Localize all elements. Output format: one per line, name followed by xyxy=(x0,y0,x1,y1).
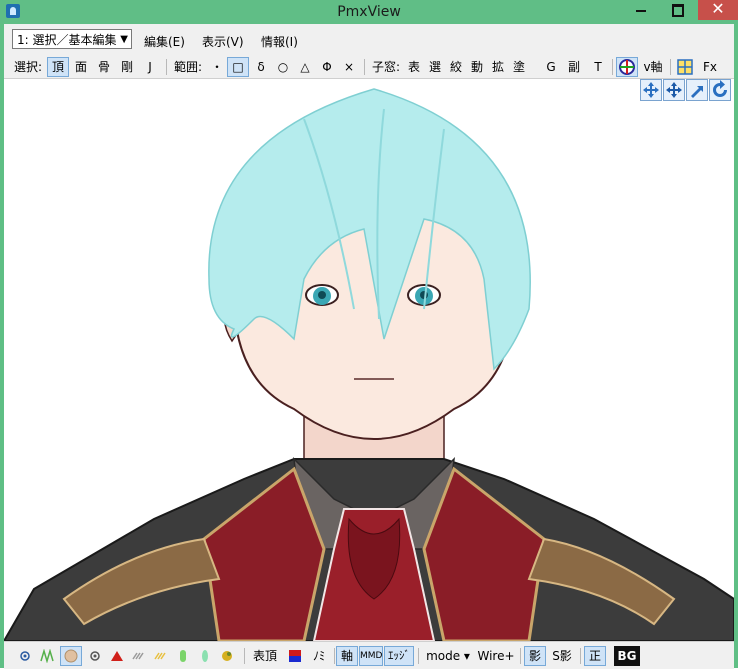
statusbar-divider xyxy=(418,648,419,664)
mode-dropdown[interactable]: mode ▾ xyxy=(422,646,474,666)
child-window-label: 子窓: xyxy=(371,60,401,74)
select-joint-button[interactable]: J xyxy=(139,57,161,77)
pan-arrows-icon xyxy=(666,82,682,98)
select-vertex-button[interactable]: 頂 xyxy=(47,57,69,77)
app-window: PmxView ✕ 1: 選択／基本編集 ▼ 編集(E) 表示(V) 情報(I)… xyxy=(0,0,738,669)
menu-bar: 1: 選択／基本編集 ▼ 編集(E) 表示(V) 情報(I) xyxy=(4,24,734,57)
statusbar-divider xyxy=(520,648,521,664)
self-shadow-toggle[interactable]: S影 xyxy=(548,646,576,666)
range-label: 範囲: xyxy=(173,60,203,74)
material-icon xyxy=(222,651,232,661)
axis-gizmo-icon xyxy=(619,59,635,75)
maximize-button[interactable] xyxy=(664,0,690,20)
range-rect-button[interactable]: □ xyxy=(227,57,249,77)
select-label: 選択: xyxy=(13,60,43,74)
range-point-button[interactable]: ・ xyxy=(207,57,227,77)
rotate-icon xyxy=(713,80,727,97)
range-phi-button[interactable]: Φ xyxy=(316,57,338,77)
statusbar-divider xyxy=(244,648,245,664)
vertex-dot-icon xyxy=(20,651,30,661)
child-text-button[interactable]: T xyxy=(588,57,608,77)
joint-display-toggle[interactable] xyxy=(174,646,192,666)
child-select-button[interactable]: 選 xyxy=(425,57,445,77)
mmd-toggle[interactable]: MMD xyxy=(359,646,383,666)
wire-icon xyxy=(40,648,54,664)
child-scale-button[interactable]: 拡 xyxy=(488,57,508,77)
title-bar[interactable]: PmxView ✕ xyxy=(0,0,738,24)
statusbar-divider xyxy=(580,648,581,664)
statusbar-divider xyxy=(334,648,335,664)
child-filter-button[interactable]: 絞 xyxy=(446,57,466,77)
ik-display-toggle[interactable] xyxy=(108,646,126,666)
minimize-button[interactable] xyxy=(628,0,654,20)
bone-display-toggle[interactable] xyxy=(86,646,104,666)
capsule-icon xyxy=(180,650,186,662)
pan-view-button[interactable] xyxy=(663,79,685,101)
nomi-button[interactable]: ﾉﾐ xyxy=(308,646,330,666)
range-delta-button[interactable]: δ xyxy=(250,57,272,77)
face-display-toggle[interactable] xyxy=(60,646,82,666)
bone-dot-icon xyxy=(90,651,100,661)
select-bone-button[interactable]: 骨 xyxy=(93,57,115,77)
toolbar-divider xyxy=(612,59,613,75)
model-viewport[interactable] xyxy=(4,79,734,641)
menu-view[interactable]: 表示(V) xyxy=(202,33,244,50)
close-button[interactable]: ✕ xyxy=(698,0,738,20)
red-triangle-icon xyxy=(111,651,123,661)
hatch-display-toggle[interactable] xyxy=(130,646,148,666)
vaxis-button[interactable]: v軸 xyxy=(640,57,666,77)
axis-gizmo-button[interactable] xyxy=(616,57,638,77)
zoom-view-button[interactable] xyxy=(686,79,708,101)
hatch-icon xyxy=(132,652,144,660)
toolbar-divider xyxy=(364,59,365,75)
table-vertex-button[interactable]: 表頂 xyxy=(250,646,280,666)
menu-info[interactable]: 情報(I) xyxy=(261,33,298,50)
zoom-arrow-icon xyxy=(691,86,703,98)
status-bar: 表頂 ﾉﾐ 軸 MMD ｴｯｼﾞ mode ▾ Wire+ 影 S影 正 BG xyxy=(4,641,734,669)
rotate-view-button[interactable] xyxy=(640,79,662,101)
view-controls xyxy=(640,79,732,101)
select-rigid-button[interactable]: 剛 xyxy=(116,57,138,77)
vertex-display-toggle[interactable] xyxy=(16,646,34,666)
yellow-hatch-icon xyxy=(154,652,166,660)
wire-display-toggle[interactable] xyxy=(38,646,56,666)
child-paint-button[interactable]: 塗 xyxy=(509,57,529,77)
grid-icon xyxy=(677,59,693,75)
child-move-button[interactable]: 動 xyxy=(467,57,487,77)
toolbar-divider xyxy=(166,59,167,75)
toolbar: 選択: 頂 面 骨 剛 J 範囲: ・ □ δ ○ △ Φ × 子窓: 表 選 … xyxy=(4,56,734,79)
face-mesh-icon xyxy=(64,649,78,663)
chevron-down-icon: ▼ xyxy=(120,34,128,45)
grid-button[interactable] xyxy=(674,57,696,77)
soft-display-toggle[interactable] xyxy=(196,646,214,666)
range-cross-button[interactable]: × xyxy=(338,57,360,77)
color-swatch-icon xyxy=(289,650,301,662)
rigid-display-toggle[interactable] xyxy=(152,646,170,666)
axis-toggle[interactable]: 軸 xyxy=(336,646,358,666)
color-swatch-button[interactable] xyxy=(286,646,304,666)
wire-plus-button[interactable]: Wire+ xyxy=(476,646,516,666)
character-model xyxy=(4,88,734,641)
bg-button[interactable]: BG xyxy=(614,646,640,666)
reset-view-button[interactable] xyxy=(709,79,731,101)
edge-toggle[interactable]: ｴｯｼﾞ xyxy=(384,646,414,666)
range-circle-button[interactable]: ○ xyxy=(272,57,294,77)
menu-edit[interactable]: 編集(E) xyxy=(144,33,185,50)
mode-select-value: 1: 選択／基本編集 xyxy=(17,33,117,47)
mode-select[interactable]: 1: 選択／基本編集 ▼ xyxy=(12,29,132,49)
child-sub-button[interactable]: 副 xyxy=(564,57,584,77)
shadow-toggle[interactable]: 影 xyxy=(524,646,546,666)
material-display-toggle[interactable] xyxy=(218,646,236,666)
range-triangle-button[interactable]: △ xyxy=(294,57,316,77)
child-group-button[interactable]: G xyxy=(541,57,561,77)
select-face-button[interactable]: 面 xyxy=(70,57,92,77)
move-arrows-icon xyxy=(643,82,659,98)
leaf-icon xyxy=(202,650,208,662)
front-view-toggle[interactable]: 正 xyxy=(584,646,606,666)
fx-button[interactable]: Fx xyxy=(698,57,722,77)
toolbar-divider xyxy=(670,59,671,75)
child-table-button[interactable]: 表 xyxy=(404,57,424,77)
